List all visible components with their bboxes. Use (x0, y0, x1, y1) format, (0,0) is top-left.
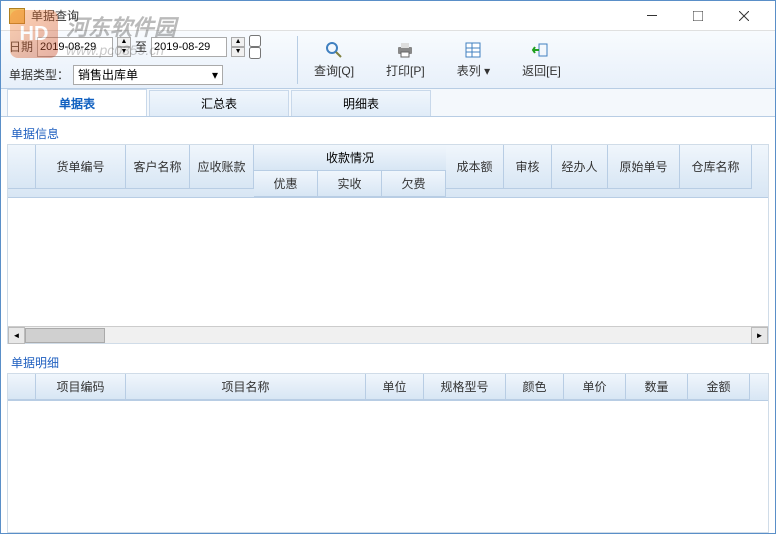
query-label: 查询[Q] (314, 62, 354, 79)
col-warehouse[interactable]: 仓库名称 (680, 145, 752, 189)
minimize-button[interactable] (629, 2, 675, 30)
panel1-title: 单据信息 (7, 123, 769, 144)
grid2-header: 项目编码 项目名称 单位 规格型号 颜色 单价 数量 金额 (8, 374, 768, 401)
panel-bill-info: 单据信息 货单编号 客户名称 应收账款 收款情况 优惠 实收 欠费 (7, 123, 769, 344)
printer-icon (395, 40, 415, 60)
col-audit[interactable]: 审核 (504, 145, 552, 189)
toolbar-separator (297, 36, 298, 84)
col-amount[interactable]: 金额 (688, 374, 750, 400)
date-from-up[interactable]: ▲ (117, 37, 131, 47)
col-arrears[interactable]: 欠费 (382, 171, 446, 197)
type-label: 单据类型： (9, 66, 69, 83)
panel-bill-detail: 单据明细 项目编码 项目名称 单位 规格型号 颜色 单价 数量 金额 (7, 352, 769, 533)
toolbar: 日期 ▲ ▼ 至 ▲ ▼ 单据类型： 销售出库单 ▾ (1, 31, 775, 89)
chevron-down-icon: ▾ (212, 68, 218, 82)
maximize-button[interactable] (675, 2, 721, 30)
col-customer[interactable]: 客户名称 (126, 145, 190, 189)
grid1-hscroll[interactable]: ◄ ► (8, 326, 768, 343)
list-label: 表列 ▾ (457, 62, 490, 79)
col-orig-no[interactable]: 原始单号 (608, 145, 680, 189)
titlebar: 单据查询 (1, 1, 775, 31)
date-to-up[interactable]: ▲ (231, 37, 245, 47)
type-combo[interactable]: 销售出库单 ▾ (73, 65, 223, 85)
date-to-input[interactable] (151, 37, 227, 57)
col-collection-group[interactable]: 收款情况 (254, 145, 446, 171)
date-from-down[interactable]: ▼ (117, 47, 131, 57)
search-icon (324, 40, 344, 60)
col-color[interactable]: 颜色 (506, 374, 564, 400)
tab-summary[interactable]: 汇总表 (149, 90, 289, 116)
date-to-label: 至 (135, 38, 147, 55)
col-name[interactable]: 项目名称 (126, 374, 366, 400)
grid2-body[interactable] (8, 401, 768, 532)
tab-bills[interactable]: 单据表 (7, 89, 147, 116)
col-price[interactable]: 单价 (564, 374, 626, 400)
col-unit[interactable]: 单位 (366, 374, 424, 400)
date-to-down[interactable]: ▼ (231, 47, 245, 57)
query-button[interactable]: 查询[Q] (310, 38, 358, 81)
panel2-title: 单据明细 (7, 352, 769, 373)
print-label: 打印[P] (386, 62, 425, 79)
tab-bar: 单据表 汇总表 明细表 (1, 89, 775, 117)
scroll-thumb[interactable] (25, 328, 105, 343)
list-button[interactable]: 表列 ▾ (453, 38, 494, 81)
col-code[interactable]: 项目编码 (36, 374, 126, 400)
date-label: 日期 (9, 38, 33, 55)
col-received[interactable]: 实收 (318, 171, 382, 197)
col-discount[interactable]: 优惠 (254, 171, 318, 197)
date-from-input[interactable] (37, 37, 113, 57)
list-icon (463, 40, 483, 60)
type-combo-value: 销售出库单 (78, 66, 138, 83)
tab-detail[interactable]: 明细表 (291, 90, 431, 116)
print-button[interactable]: 打印[P] (382, 38, 429, 81)
scroll-right-button[interactable]: ► (751, 327, 768, 344)
scroll-left-button[interactable]: ◄ (8, 327, 25, 344)
window-title: 单据查询 (31, 7, 629, 24)
back-icon (531, 40, 551, 60)
date-check-1[interactable] (249, 35, 261, 47)
grid1-header: 货单编号 客户名称 应收账款 收款情况 优惠 实收 欠费 成本额 审核 经办人 (8, 145, 768, 198)
col-receivable[interactable]: 应收账款 (190, 145, 254, 189)
app-icon (9, 8, 25, 24)
grid1-body[interactable] (8, 198, 768, 326)
col-qty[interactable]: 数量 (626, 374, 688, 400)
date-check-2[interactable] (249, 47, 261, 59)
close-button[interactable] (721, 2, 767, 30)
col-handler[interactable]: 经办人 (552, 145, 608, 189)
back-button[interactable]: 返回[E] (518, 38, 565, 81)
col-spec[interactable]: 规格型号 (424, 374, 506, 400)
col-bill-no[interactable]: 货单编号 (36, 145, 126, 189)
col-cost[interactable]: 成本额 (446, 145, 504, 189)
back-label: 返回[E] (522, 62, 561, 79)
